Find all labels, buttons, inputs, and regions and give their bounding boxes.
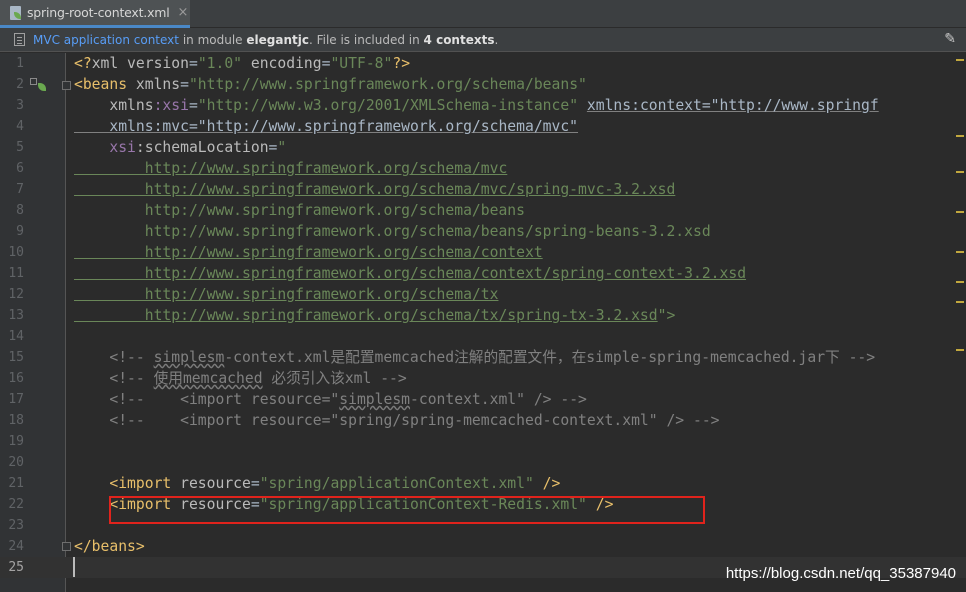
code-line: 20 xyxy=(0,452,966,473)
line-number: 20 xyxy=(8,455,24,470)
watermark: https://blog.csdn.net/qq_35387940 xyxy=(725,565,956,582)
line-content: </beans> xyxy=(74,538,145,555)
line-content: <!-- 使用memcached 必须引入该xml --> xyxy=(74,370,407,387)
code-line: 2 <beans xmlns="http://www.springframewor… xyxy=(0,74,966,95)
line-content: http://www.springframework.org/schema/be… xyxy=(74,202,525,219)
line-content: http://www.springframework.org/schema/mv… xyxy=(74,181,676,198)
red-highlight-box xyxy=(109,496,705,524)
context-link[interactable]: MVC application context xyxy=(33,33,179,47)
line-content: http://www.springframework.org/schema/be… xyxy=(74,223,711,240)
line-number: 8 xyxy=(16,203,24,218)
code-line: 24 </beans> xyxy=(0,536,966,557)
code-line: 14 xyxy=(0,326,966,347)
line-number: 5 xyxy=(16,140,24,155)
line-number: 25 xyxy=(8,560,24,575)
warning-mark[interactable] xyxy=(956,281,964,283)
close-icon[interactable]: × xyxy=(178,5,189,20)
error-stripe[interactable] xyxy=(954,53,966,592)
warning-mark[interactable] xyxy=(956,211,964,213)
context-count: 4 contexts xyxy=(423,32,495,47)
line-number: 3 xyxy=(16,98,24,113)
line-number: 1 xyxy=(16,56,24,71)
line-number: 11 xyxy=(8,266,24,281)
line-number: 15 xyxy=(8,350,24,365)
line-number: 10 xyxy=(8,245,24,260)
warning-mark[interactable] xyxy=(956,349,964,351)
warning-mark[interactable] xyxy=(956,135,964,137)
line-number: 21 xyxy=(8,476,24,491)
text-caret xyxy=(73,557,75,577)
code-line: 18 <!-- <import resource="spring/spring-… xyxy=(0,410,966,431)
code-line: 8 http://www.springframework.org/schema/… xyxy=(0,200,966,221)
line-number: 24 xyxy=(8,539,24,554)
code-line: 3 xmlns:xsi="http://www.w3.org/2001/XMLS… xyxy=(0,95,966,116)
code-line: 1 <?xml version="1.0" encoding="UTF-8"?> xyxy=(0,53,966,74)
warning-mark[interactable] xyxy=(956,251,964,253)
line-number: 6 xyxy=(16,161,24,176)
line-content: <!-- <import resource="simplesm-context.… xyxy=(74,391,587,408)
code-line: 7 http://www.springframework.org/schema/… xyxy=(0,179,966,200)
code-line: 6 http://www.springframework.org/schema/… xyxy=(0,158,966,179)
line-number: 9 xyxy=(16,224,24,239)
module-name: elegantjc xyxy=(246,32,309,47)
line-number: 12 xyxy=(8,287,24,302)
line-content: http://www.springframework.org/schema/co… xyxy=(74,265,747,282)
document-icon xyxy=(14,33,25,46)
info-text: . File is included in xyxy=(308,32,424,47)
editor-tab-bar: spring-root-context.xml × xyxy=(0,0,966,28)
code-line: 17 <!-- <import resource="simplesm-conte… xyxy=(0,389,966,410)
line-content: http://www.springframework.org/schema/mv… xyxy=(74,160,508,177)
line-content: http://www.springframework.org/schema/co… xyxy=(74,244,543,261)
code-line: 13 http://www.springframework.org/schema… xyxy=(0,305,966,326)
code-editor[interactable]: 1 <?xml version="1.0" encoding="UTF-8"?> … xyxy=(0,53,966,592)
code-line: 19 xyxy=(0,431,966,452)
spring-xml-file-icon xyxy=(10,5,22,20)
line-number: 13 xyxy=(8,308,24,323)
code-line: 16 <!-- 使用memcached 必须引入该xml --> xyxy=(0,368,966,389)
line-number: 7 xyxy=(16,182,24,197)
context-info-bar: MVC application context in module elegan… xyxy=(0,28,966,52)
file-tab[interactable]: spring-root-context.xml × xyxy=(0,0,190,28)
file-tab-title: spring-root-context.xml xyxy=(27,5,170,20)
line-number: 23 xyxy=(8,518,24,533)
code-line: 21 <import resource="spring/applicationC… xyxy=(0,473,966,494)
info-text: . xyxy=(494,32,499,47)
wrench-icon[interactable]: ✎ xyxy=(944,31,956,47)
line-number: 2 xyxy=(16,77,24,92)
code-line: 11 http://www.springframework.org/schema… xyxy=(0,263,966,284)
line-content: xsi:schemaLocation=" xyxy=(74,139,287,156)
line-number: 14 xyxy=(8,329,24,344)
code-line: 12 http://www.springframework.org/schema… xyxy=(0,284,966,305)
line-content: <import resource="spring/applicationCont… xyxy=(74,475,561,492)
line-content: <beans xmlns="http://www.springframework… xyxy=(74,76,587,93)
line-content: <?xml version="1.0" encoding="UTF-8"?> xyxy=(74,55,411,72)
code-line: 10 http://www.springframework.org/schema… xyxy=(0,242,966,263)
line-content: <!-- <import resource="spring/spring-mem… xyxy=(74,412,720,429)
line-content: http://www.springframework.org/schema/tx… xyxy=(74,307,676,324)
line-content: http://www.springframework.org/schema/tx xyxy=(74,286,499,303)
warning-mark[interactable] xyxy=(956,171,964,173)
line-number: 4 xyxy=(16,119,24,134)
line-number: 22 xyxy=(8,497,24,512)
warning-mark[interactable] xyxy=(956,301,964,303)
line-number: 16 xyxy=(8,371,24,386)
warning-mark[interactable] xyxy=(956,59,964,61)
code-line: 9 http://www.springframework.org/schema/… xyxy=(0,221,966,242)
line-number: 18 xyxy=(8,413,24,428)
line-number: 17 xyxy=(8,392,24,407)
line-content: xmlns:xsi="http://www.w3.org/2001/XMLSch… xyxy=(74,97,879,114)
info-text: in module xyxy=(179,32,247,47)
line-content: xmlns:mvc="http://www.springframework.or… xyxy=(74,118,579,135)
code-line: 15 <!-- simplesm-context.xml是配置memcached… xyxy=(0,347,966,368)
code-line: 5 xsi:schemaLocation=" xyxy=(0,137,966,158)
line-content: <!-- simplesm-context.xml是配置memcached注解的… xyxy=(74,349,876,366)
line-number: 19 xyxy=(8,434,24,449)
code-line: 4 xmlns:mvc="http://www.springframework.… xyxy=(0,116,966,137)
